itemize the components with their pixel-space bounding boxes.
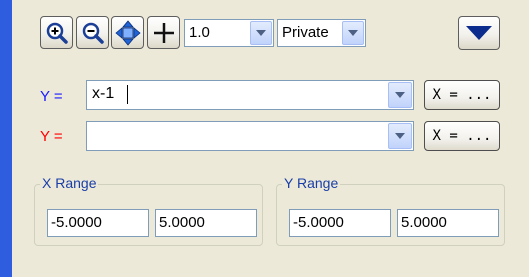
function-1-dropdown-button[interactable] bbox=[388, 82, 412, 108]
y-range-group: Y Range -5.0000 5.0000 bbox=[276, 175, 505, 246]
zoom-out-button[interactable] bbox=[76, 16, 109, 49]
chevron-down-icon bbox=[395, 92, 405, 98]
y-max-input[interactable]: 5.0000 bbox=[397, 209, 499, 237]
triangle-down-icon bbox=[466, 26, 492, 40]
x-min-input[interactable]: -5.0000 bbox=[47, 209, 149, 237]
x-range-title: X Range bbox=[40, 175, 99, 191]
zoom-out-icon bbox=[82, 22, 104, 44]
mode-select[interactable]: Private bbox=[277, 19, 366, 47]
chevron-down-icon bbox=[348, 30, 358, 36]
x-max-input[interactable]: 5.0000 bbox=[155, 209, 257, 237]
function-2-dropdown-button[interactable] bbox=[388, 123, 412, 149]
zoom-in-button[interactable] bbox=[40, 16, 73, 49]
text-cursor bbox=[127, 85, 128, 104]
function-2-input[interactable] bbox=[86, 121, 414, 151]
left-accent-bar bbox=[0, 0, 12, 277]
scale-dropdown-button[interactable] bbox=[250, 21, 272, 45]
menu-button[interactable] bbox=[458, 16, 500, 50]
scale-value: 1.0 bbox=[189, 24, 210, 41]
crosshair-icon bbox=[153, 22, 174, 43]
function-1-input[interactable]: x-1 bbox=[86, 80, 414, 110]
scale-select[interactable]: 1.0 bbox=[184, 19, 274, 47]
crosshair-button[interactable] bbox=[147, 16, 180, 49]
chevron-down-icon bbox=[395, 133, 405, 139]
pan-button[interactable] bbox=[111, 16, 144, 49]
function-1-label: Y = bbox=[40, 88, 63, 105]
chevron-down-icon bbox=[256, 30, 266, 36]
pan-arrows-icon bbox=[114, 19, 141, 46]
zoom-in-icon bbox=[46, 22, 68, 44]
mode-value: Private bbox=[282, 24, 329, 41]
function-1-x-button[interactable]: X = ... bbox=[424, 80, 500, 110]
function-2-label: Y = bbox=[40, 128, 63, 145]
function-1-value: x-1 bbox=[92, 85, 115, 102]
y-min-input[interactable]: -5.0000 bbox=[289, 209, 391, 237]
function-2-x-button[interactable]: X = ... bbox=[424, 121, 500, 151]
mode-dropdown-button[interactable] bbox=[342, 21, 364, 45]
x-range-group: X Range -5.0000 5.0000 bbox=[34, 175, 263, 246]
y-range-title: Y Range bbox=[282, 175, 341, 191]
